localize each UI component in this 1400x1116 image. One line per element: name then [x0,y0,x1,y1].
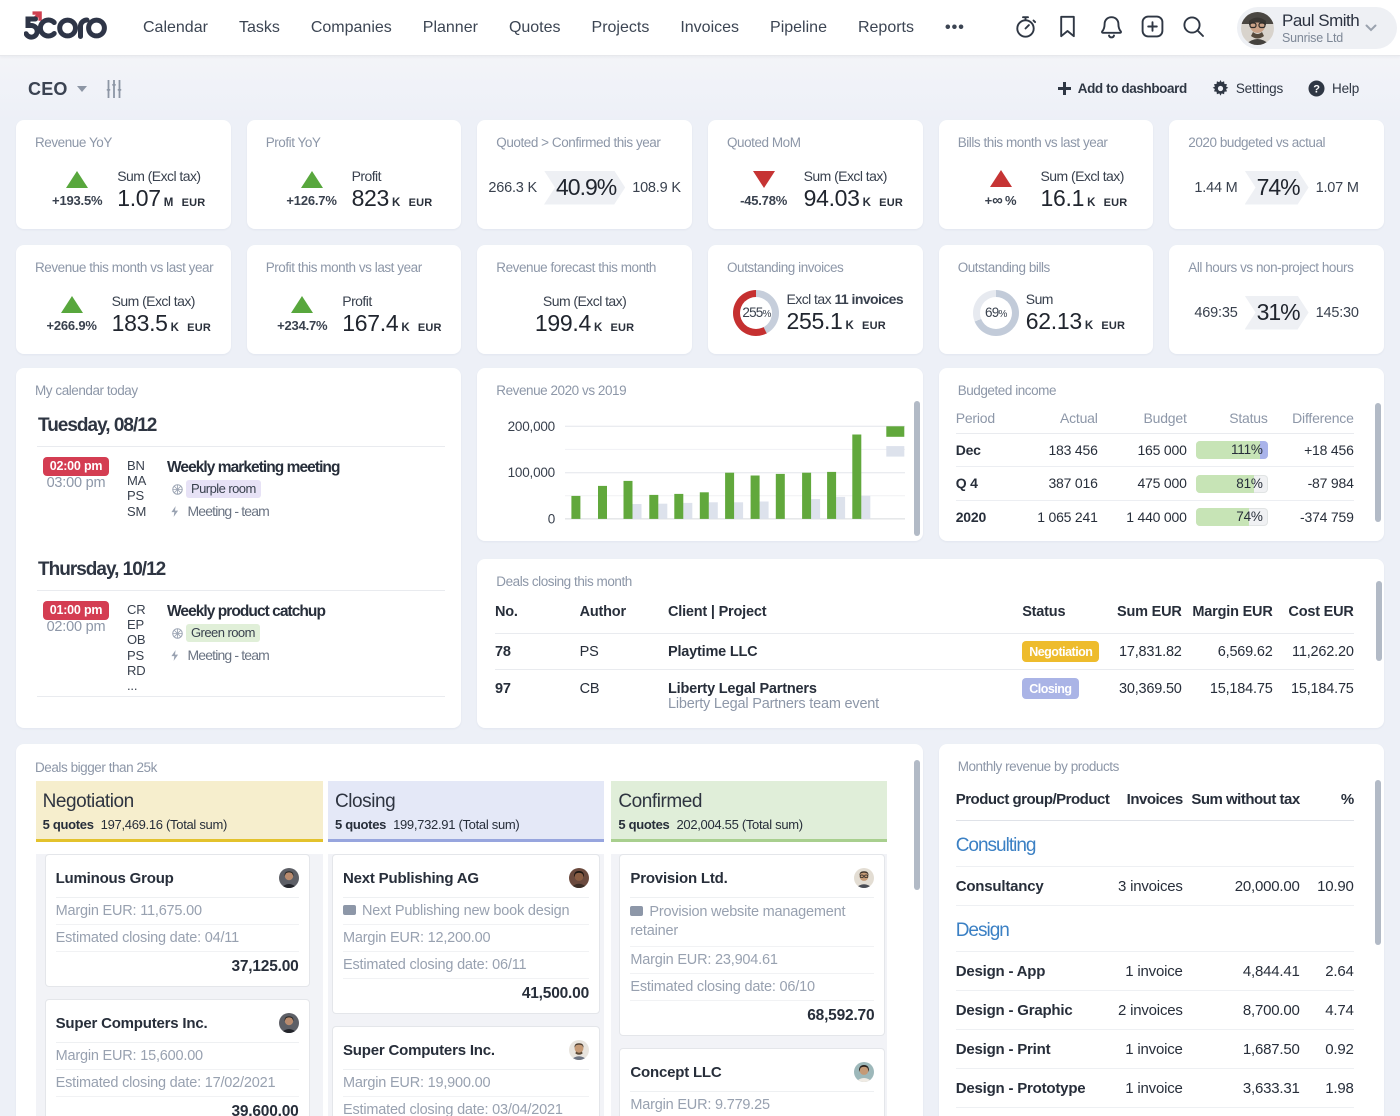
svg-text:100,000: 100,000 [508,465,555,480]
svg-text:0: 0 [548,511,555,526]
svg-text:?: ? [1313,83,1320,95]
svg-text:200,000: 200,000 [508,419,555,434]
